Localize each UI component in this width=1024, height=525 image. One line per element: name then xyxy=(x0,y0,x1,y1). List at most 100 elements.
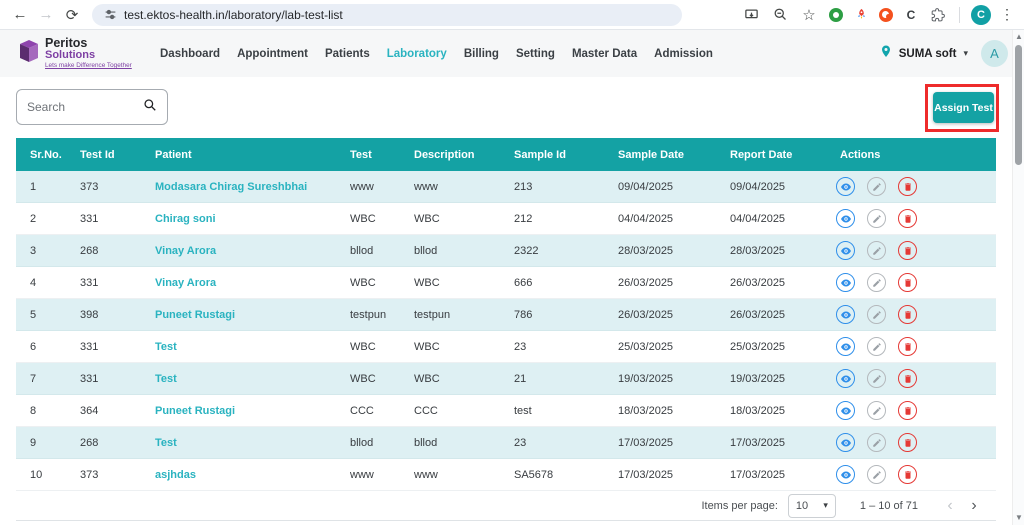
previous-page-icon[interactable]: ‹ xyxy=(938,498,962,514)
view-icon[interactable] xyxy=(836,337,855,356)
extension-orange-icon[interactable] xyxy=(878,7,894,23)
delete-icon[interactable] xyxy=(898,369,917,388)
extension-rocket-icon[interactable] xyxy=(853,7,869,23)
cell-test: CCC xyxy=(336,405,400,417)
cell-sr-no: 1 xyxy=(16,181,66,193)
nav-item-dashboard[interactable]: Dashboard xyxy=(160,48,220,60)
patient-link[interactable]: Vinay Arora xyxy=(141,277,336,289)
delete-icon[interactable] xyxy=(898,177,917,196)
patient-link[interactable]: Vinay Arora xyxy=(141,245,336,257)
cell-sr-no: 4 xyxy=(16,277,66,289)
user-avatar[interactable]: A xyxy=(981,40,1008,67)
view-icon[interactable] xyxy=(836,273,855,292)
cell-test-id: 373 xyxy=(66,469,141,481)
column-header-test: Test xyxy=(336,149,400,161)
browser-back-icon[interactable]: ← xyxy=(8,3,32,27)
view-icon[interactable] xyxy=(836,305,855,324)
patient-link[interactable]: Puneet Rustagi xyxy=(141,309,336,321)
next-page-icon[interactable]: › xyxy=(962,498,986,514)
patient-link[interactable]: Test xyxy=(141,373,336,385)
edit-icon[interactable] xyxy=(867,273,886,292)
cell-test-id: 331 xyxy=(66,277,141,289)
patient-link[interactable]: Chirag soni xyxy=(141,213,336,225)
delete-icon[interactable] xyxy=(898,241,917,260)
scroll-down-icon[interactable]: ▼ xyxy=(1013,513,1024,522)
delete-icon[interactable] xyxy=(898,465,917,484)
delete-icon[interactable] xyxy=(898,209,917,228)
nav-item-billing[interactable]: Billing xyxy=(464,48,499,60)
nav-item-setting[interactable]: Setting xyxy=(516,48,555,60)
view-icon[interactable] xyxy=(836,433,855,452)
edit-icon[interactable] xyxy=(867,369,886,388)
zoom-out-icon[interactable] xyxy=(770,5,790,25)
address-bar[interactable]: test.ektos-health.in/laboratory/lab-test… xyxy=(92,4,682,26)
cell-test: WBC xyxy=(336,341,400,353)
bookmark-star-icon[interactable]: ☆ xyxy=(799,5,819,25)
search-icon[interactable] xyxy=(143,98,157,117)
browser-menu-icon[interactable]: ⋮ xyxy=(1000,6,1014,23)
site-settings-icon[interactable] xyxy=(103,5,117,25)
save-to-device-icon[interactable] xyxy=(741,5,761,25)
logo[interactable]: Peritos Solutions Lets make Difference T… xyxy=(16,37,144,69)
delete-icon[interactable] xyxy=(898,305,917,324)
view-icon[interactable] xyxy=(836,241,855,260)
view-icon[interactable] xyxy=(836,177,855,196)
table-row: 7 331 Test WBC WBC 21 19/03/2025 19/03/2… xyxy=(16,363,996,395)
delete-icon[interactable] xyxy=(898,401,917,420)
assign-test-button[interactable]: Assign Test xyxy=(933,92,994,123)
row-actions xyxy=(826,177,996,196)
patient-link[interactable]: Test xyxy=(141,437,336,449)
edit-icon[interactable] xyxy=(867,337,886,356)
edit-icon[interactable] xyxy=(867,241,886,260)
row-actions xyxy=(826,401,996,420)
edit-icon[interactable] xyxy=(867,465,886,484)
browser-toolbar: ← → ⟳ test.ektos-health.in/laboratory/la… xyxy=(0,0,1024,30)
cell-sr-no: 6 xyxy=(16,341,66,353)
search-input[interactable] xyxy=(27,100,143,114)
browser-forward-icon: → xyxy=(34,3,58,27)
nav-item-master-data[interactable]: Master Data xyxy=(572,48,637,60)
browser-profile-avatar[interactable]: C xyxy=(971,5,991,25)
nav-item-appointment[interactable]: Appointment xyxy=(237,48,308,60)
extensions-puzzle-icon[interactable] xyxy=(928,5,948,25)
vertical-scrollbar[interactable]: ▲ ▼ xyxy=(1012,30,1024,525)
items-per-page-select[interactable]: 10 ▾ xyxy=(788,494,836,518)
delete-icon[interactable] xyxy=(898,273,917,292)
search-box[interactable] xyxy=(16,89,168,125)
patient-link[interactable]: Test xyxy=(141,341,336,353)
cell-sr-no: 3 xyxy=(16,245,66,257)
cell-sr-no: 10 xyxy=(16,469,66,481)
location-caret-icon[interactable]: ▾ xyxy=(963,48,968,59)
location-selector[interactable]: SUMA soft xyxy=(899,48,957,60)
delete-icon[interactable] xyxy=(898,433,917,452)
edit-icon[interactable] xyxy=(867,209,886,228)
patient-link[interactable]: asjhdas xyxy=(141,469,336,481)
edit-icon[interactable] xyxy=(867,401,886,420)
nav-item-laboratory[interactable]: Laboratory xyxy=(387,48,447,60)
cell-test: WBC xyxy=(336,277,400,289)
cell-report-date: 09/04/2025 xyxy=(716,181,826,193)
delete-icon[interactable] xyxy=(898,337,917,356)
cell-report-date: 26/03/2025 xyxy=(716,277,826,289)
view-icon[interactable] xyxy=(836,465,855,484)
scroll-up-icon[interactable]: ▲ xyxy=(1013,32,1024,41)
extension-green-icon[interactable] xyxy=(828,7,844,23)
edit-icon[interactable] xyxy=(867,177,886,196)
view-icon[interactable] xyxy=(836,369,855,388)
browser-reload-icon[interactable]: ⟳ xyxy=(60,3,84,27)
patient-link[interactable]: Puneet Rustagi xyxy=(141,405,336,417)
scrollbar-thumb[interactable] xyxy=(1015,45,1022,165)
paginator: Items per page: 10 ▾ 1 – 10 of 71 ‹ › xyxy=(16,491,996,521)
edit-icon[interactable] xyxy=(867,433,886,452)
view-icon[interactable] xyxy=(836,401,855,420)
cell-sample-id: 213 xyxy=(500,181,604,193)
nav-item-patients[interactable]: Patients xyxy=(325,48,370,60)
cell-sample-date: 17/03/2025 xyxy=(604,437,716,449)
extension-clock-icon[interactable]: C xyxy=(903,7,919,23)
patient-link[interactable]: Modasara Chirag Sureshbhai xyxy=(141,181,336,193)
cell-report-date: 26/03/2025 xyxy=(716,309,826,321)
select-caret-icon: ▾ xyxy=(823,500,828,511)
view-icon[interactable] xyxy=(836,209,855,228)
edit-icon[interactable] xyxy=(867,305,886,324)
nav-item-admission[interactable]: Admission xyxy=(654,48,713,60)
